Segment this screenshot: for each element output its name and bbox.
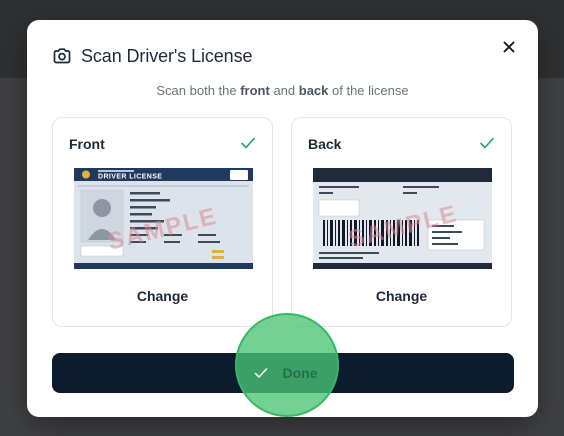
check-icon [241, 137, 255, 149]
front-card-label: Front [69, 136, 105, 152]
front-license-header: DRIVER LICENSE [98, 174, 162, 181]
close-button[interactable] [498, 36, 520, 58]
check-icon [254, 368, 267, 378]
back-card: Back SAMPLE Change [291, 117, 512, 327]
subtitle-back: back [298, 83, 329, 98]
check-icon [480, 137, 494, 149]
subtitle-front: front [240, 83, 270, 98]
close-icon [503, 41, 515, 53]
back-card-label: Back [308, 136, 342, 152]
scan-license-modal: Scan Driver's License Scan both the fron… [27, 20, 538, 417]
subtitle-text: of the license [328, 83, 409, 98]
subtitle-text: Scan both the [156, 83, 241, 98]
camera-icon [53, 48, 71, 64]
back-change-button[interactable]: Change [292, 288, 511, 304]
front-change-button[interactable]: Change [53, 288, 272, 304]
front-card: Front DRIVER LICENSE SAMPLE Change [52, 117, 273, 327]
front-license-image: DRIVER LICENSE SAMPLE [74, 168, 253, 269]
subtitle-text: and [269, 83, 299, 98]
done-button-content[interactable]: Done [27, 353, 538, 393]
done-button-label: Done [282, 365, 318, 381]
modal-title: Scan Driver's License [81, 45, 253, 66]
back-license-image: SAMPLE [313, 168, 492, 269]
modal-header: Scan Driver's License [52, 44, 253, 68]
modal-subtitle: Scan both the front and back of the lice… [27, 83, 538, 98]
